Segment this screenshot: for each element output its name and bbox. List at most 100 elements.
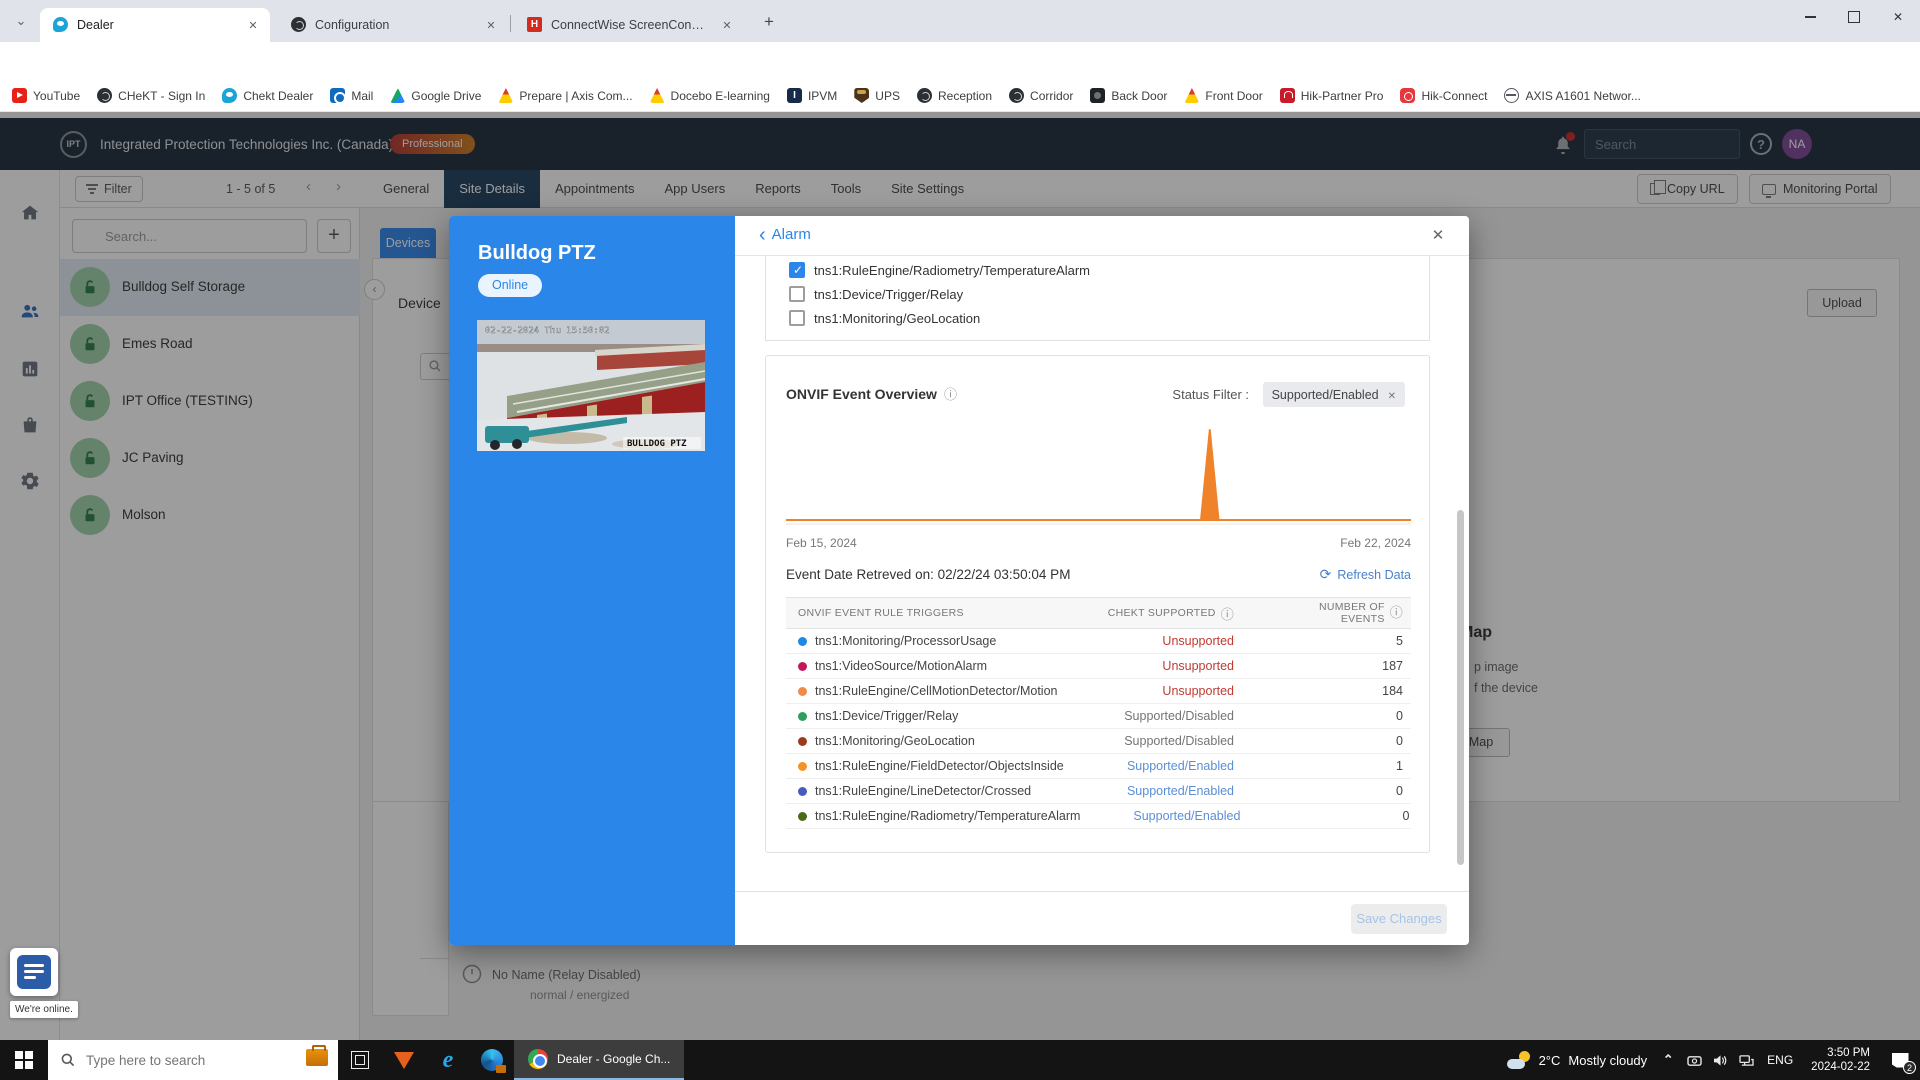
table-row: tns1:RuleEngine/CellMotionDetector/Motio… — [786, 679, 1411, 704]
bookmark-item[interactable]: Prepare | Axis Com... — [498, 88, 633, 103]
taskbar-clock[interactable]: 3:50 PM 2024-02-22 — [1801, 1046, 1880, 1074]
hik-connect-icon — [1400, 88, 1416, 103]
support-status: Supported/Disabled — [1124, 709, 1234, 723]
event-count: 0 — [1396, 709, 1403, 723]
info-icon[interactable] — [1390, 607, 1403, 619]
axis-date-start: Feb 15, 2024 — [786, 536, 857, 550]
status-filter-chip[interactable]: Supported/Enabled — [1262, 382, 1405, 407]
checkbox[interactable] — [789, 262, 805, 278]
bookmark-item[interactable]: YouTube — [12, 88, 80, 103]
bookmark-item[interactable]: Mail — [330, 88, 373, 104]
event-checkbox-row[interactable]: tns1:Monitoring/GeoLocation — [766, 306, 1431, 330]
volume-icon[interactable] — [1707, 1040, 1733, 1080]
chrome-task-button[interactable]: Dealer - Google Ch... — [514, 1040, 685, 1080]
bookmark-item[interactable]: Hik-Partner Pro — [1279, 88, 1383, 103]
maximize-button[interactable] — [1832, 0, 1876, 34]
ipvm-icon — [786, 88, 802, 103]
support-status: Supported/Enabled — [1126, 784, 1234, 798]
bookmark-item[interactable]: Google Drive — [390, 88, 481, 103]
info-icon[interactable] — [1221, 604, 1234, 623]
new-tab-button[interactable] — [757, 11, 781, 35]
camera-thumbnail[interactable]: 02-22-2024 Thu 15:50:02 BULLDOG PTZ — [477, 320, 705, 451]
bookmark-item[interactable]: Front Door — [1184, 88, 1263, 103]
search-icon — [61, 1053, 75, 1067]
status-badge: Online — [478, 274, 543, 297]
drive-icon — [390, 88, 406, 103]
series-dot — [798, 636, 807, 646]
event-count: 0 — [1396, 734, 1403, 748]
bookmark-item[interactable]: Reception — [916, 88, 992, 103]
close-button[interactable] — [1876, 0, 1920, 34]
browser-tab-configuration[interactable]: Configuration — [278, 8, 508, 42]
tab-close-icon[interactable] — [718, 18, 736, 32]
support-status: Supported/Disabled — [1124, 734, 1234, 748]
back-button[interactable]: Alarm — [759, 226, 811, 243]
network-icon[interactable] — [1733, 1040, 1759, 1080]
bookmark-item[interactable]: Hik-Connect — [1400, 88, 1487, 103]
windows-taskbar: e Dealer - Google Ch... 2°C Mostly cloud… — [0, 1040, 1920, 1080]
tray-expand-icon[interactable] — [1655, 1040, 1681, 1080]
support-status: Supported/Enabled — [1133, 809, 1241, 823]
browser-tab-dealer[interactable]: Dealer — [40, 8, 270, 42]
taskbar-search-input[interactable] — [86, 1052, 256, 1068]
chat-launcher[interactable] — [10, 948, 58, 996]
ups-shield-icon — [854, 88, 870, 103]
info-icon[interactable] — [944, 384, 957, 403]
event-count: 5 — [1396, 634, 1403, 648]
bookmark-item[interactable]: Chekt Dealer — [222, 88, 313, 103]
overview-title: ONVIF Event Overview — [786, 384, 957, 403]
bookmark-item[interactable]: AXIS A1601 Networ... — [1504, 88, 1641, 103]
browser-tab-connectwise[interactable]: H ConnectWise ScreenConnect Re — [514, 8, 744, 42]
task-view-icon[interactable] — [338, 1040, 382, 1080]
clock-time: 3:50 PM — [1827, 1047, 1870, 1059]
tab-close-icon[interactable] — [482, 18, 500, 32]
outlook-icon — [330, 88, 346, 104]
dark-camera-favicon — [291, 17, 307, 33]
hik-partner-icon — [1279, 88, 1295, 103]
edge-icon[interactable] — [470, 1040, 514, 1080]
tray-camera-icon[interactable] — [1681, 1040, 1707, 1080]
action-center-icon[interactable]: 2 — [1880, 1040, 1920, 1080]
bookmark-item[interactable]: Back Door — [1090, 88, 1167, 103]
temperature: 2°C — [1538, 1052, 1561, 1068]
series-dot — [798, 711, 807, 721]
tab-title: ConnectWise ScreenConnect Re — [551, 18, 710, 32]
chip-remove-icon[interactable] — [1388, 388, 1396, 402]
thumb-timestamp: 02-22-2024 Thu 15:50:02 — [485, 326, 610, 336]
refresh-data-button[interactable]: Refresh Data — [1320, 566, 1411, 583]
minimize-button[interactable] — [1788, 0, 1832, 34]
start-button[interactable] — [0, 1040, 48, 1080]
bookmark-item[interactable]: IPVM — [786, 88, 837, 103]
tab-divider — [510, 15, 511, 32]
taskbar-search[interactable] — [48, 1040, 338, 1080]
warning-triangle-icon — [649, 88, 665, 103]
table-row: tns1:RuleEngine/LineDetector/Crossed Sup… — [786, 779, 1411, 804]
support-status: Unsupported — [1162, 634, 1234, 648]
save-changes-button[interactable]: Save Changes — [1351, 904, 1447, 934]
shield-icon — [222, 88, 238, 103]
thumb-label: BULLDOG PTZ — [627, 439, 687, 449]
close-icon[interactable] — [1427, 225, 1449, 247]
bookmark-item[interactable]: UPS — [854, 88, 900, 103]
briefcase-icon — [306, 1045, 328, 1066]
event-checkbox-row[interactable]: tns1:Device/Trigger/Relay — [766, 282, 1431, 306]
event-checkbox-row[interactable]: tns1:RuleEngine/Radiometry/TemperatureAl… — [766, 258, 1431, 282]
table-row: tns1:VideoSource/MotionAlarm Unsupported… — [786, 654, 1411, 679]
tab-search-icon[interactable]: ⌄ — [10, 11, 32, 33]
table-row: tns1:RuleEngine/Radiometry/TemperatureAl… — [786, 804, 1411, 829]
modal-scrollbar[interactable] — [1457, 510, 1464, 865]
v-app-icon[interactable] — [382, 1040, 426, 1080]
language-indicator[interactable]: ENG — [1759, 1053, 1801, 1067]
chart-x-axis: Feb 15, 2024 Feb 22, 2024 — [786, 536, 1411, 550]
weather-widget[interactable]: 2°C Mostly cloudy — [1506, 1051, 1647, 1069]
checkbox[interactable] — [789, 286, 805, 302]
bookmark-item[interactable]: Docebo E-learning — [649, 88, 770, 103]
series-dot — [798, 786, 807, 796]
checkbox[interactable] — [789, 310, 805, 326]
internet-explorer-icon[interactable]: e — [426, 1040, 470, 1080]
bookmark-item[interactable]: Corridor — [1009, 88, 1073, 103]
tab-title: Dealer — [77, 18, 114, 32]
bookmark-item[interactable]: CHeKT - Sign In — [97, 88, 205, 103]
tab-close-icon[interactable] — [244, 18, 262, 32]
chat-widget[interactable]: We're online. — [10, 948, 78, 1018]
